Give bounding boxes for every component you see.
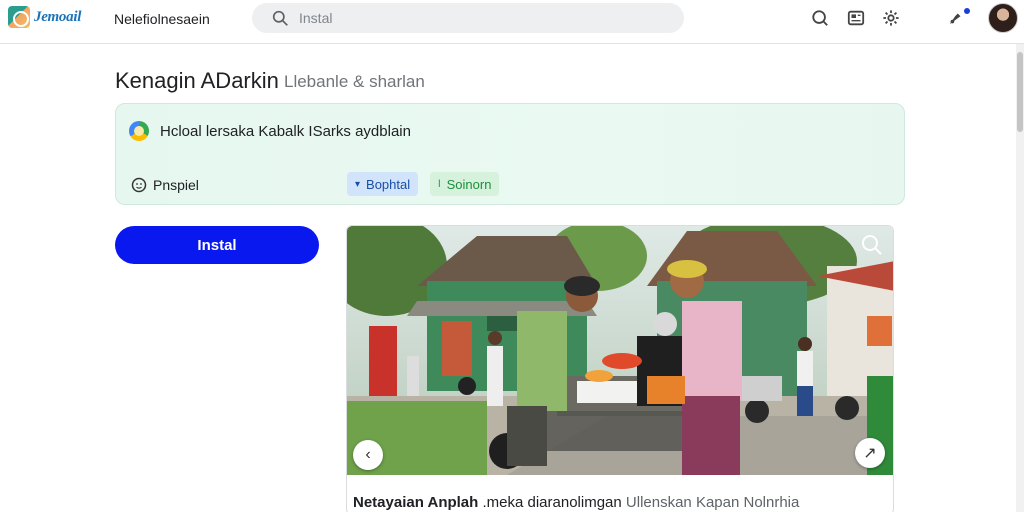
scrollbar-thumb[interactable] [1017,52,1023,132]
zoom-icon[interactable] [861,234,883,256]
photo-caption: Netayaian Anplah .meka diaranolimgan Ull… [353,494,799,511]
logo[interactable]: Jemoail [8,6,81,28]
prev-photo-button[interactable]: ‹ [353,440,383,470]
next-photo-button[interactable]: ↗ [855,438,885,468]
chip-secondary-label: Soinorn [446,176,492,192]
install-button[interactable]: Instal [115,226,319,264]
app-icon [129,121,149,141]
info-card: Hcloal lersaka Kabalk ISarks aydblain Pn… [115,103,905,205]
dot-icon: ǀ [438,178,441,190]
people-label: Pnspiel [153,177,199,193]
nav-link[interactable]: Nelefiolnesaein [114,11,210,27]
caption-middle: .meka diaranolimgan [482,494,622,511]
search-icon [272,10,288,26]
info-card-title: Hcloal lersaka Kabalk ISarks aydblain [160,123,411,140]
caption-muted: Ullenskan Kapan Nolnrhia [625,494,800,511]
notification-badge [964,8,970,14]
chip-primary[interactable]: ▾ Bophtal [347,172,419,196]
search-bar[interactable] [252,3,684,33]
people-icon [131,177,147,193]
avatar[interactable] [988,3,1018,33]
top-bar: Jemoail Nelefiolnesaein [0,0,1024,44]
search-input[interactable] [299,10,659,26]
logo-icon [8,6,30,28]
settings-icon[interactable] [881,8,901,28]
page-subtitle: Llebanle & sharlan [284,72,425,91]
news-icon[interactable] [846,8,866,28]
chip-primary-label: Bophtal [366,176,411,192]
notifications-icon[interactable] [946,8,966,28]
photo-card[interactable]: ‹ ↗ Netayaian Anplah .meka diaranolimgan… [346,225,894,512]
caption-bold: Netayaian Anplah [353,494,479,511]
market-photo [347,226,893,475]
chevron-down-icon: ▾ [355,178,361,190]
chevron-left-icon: ‹ [365,446,371,463]
logo-text: Jemoail [34,8,82,25]
page-title: Kenagin ADarkin [115,68,279,93]
chip-secondary[interactable]: ǀ Soinorn [430,172,500,196]
search-icon[interactable] [810,8,830,28]
arrow-diagonal-icon: ↗ [863,445,877,462]
